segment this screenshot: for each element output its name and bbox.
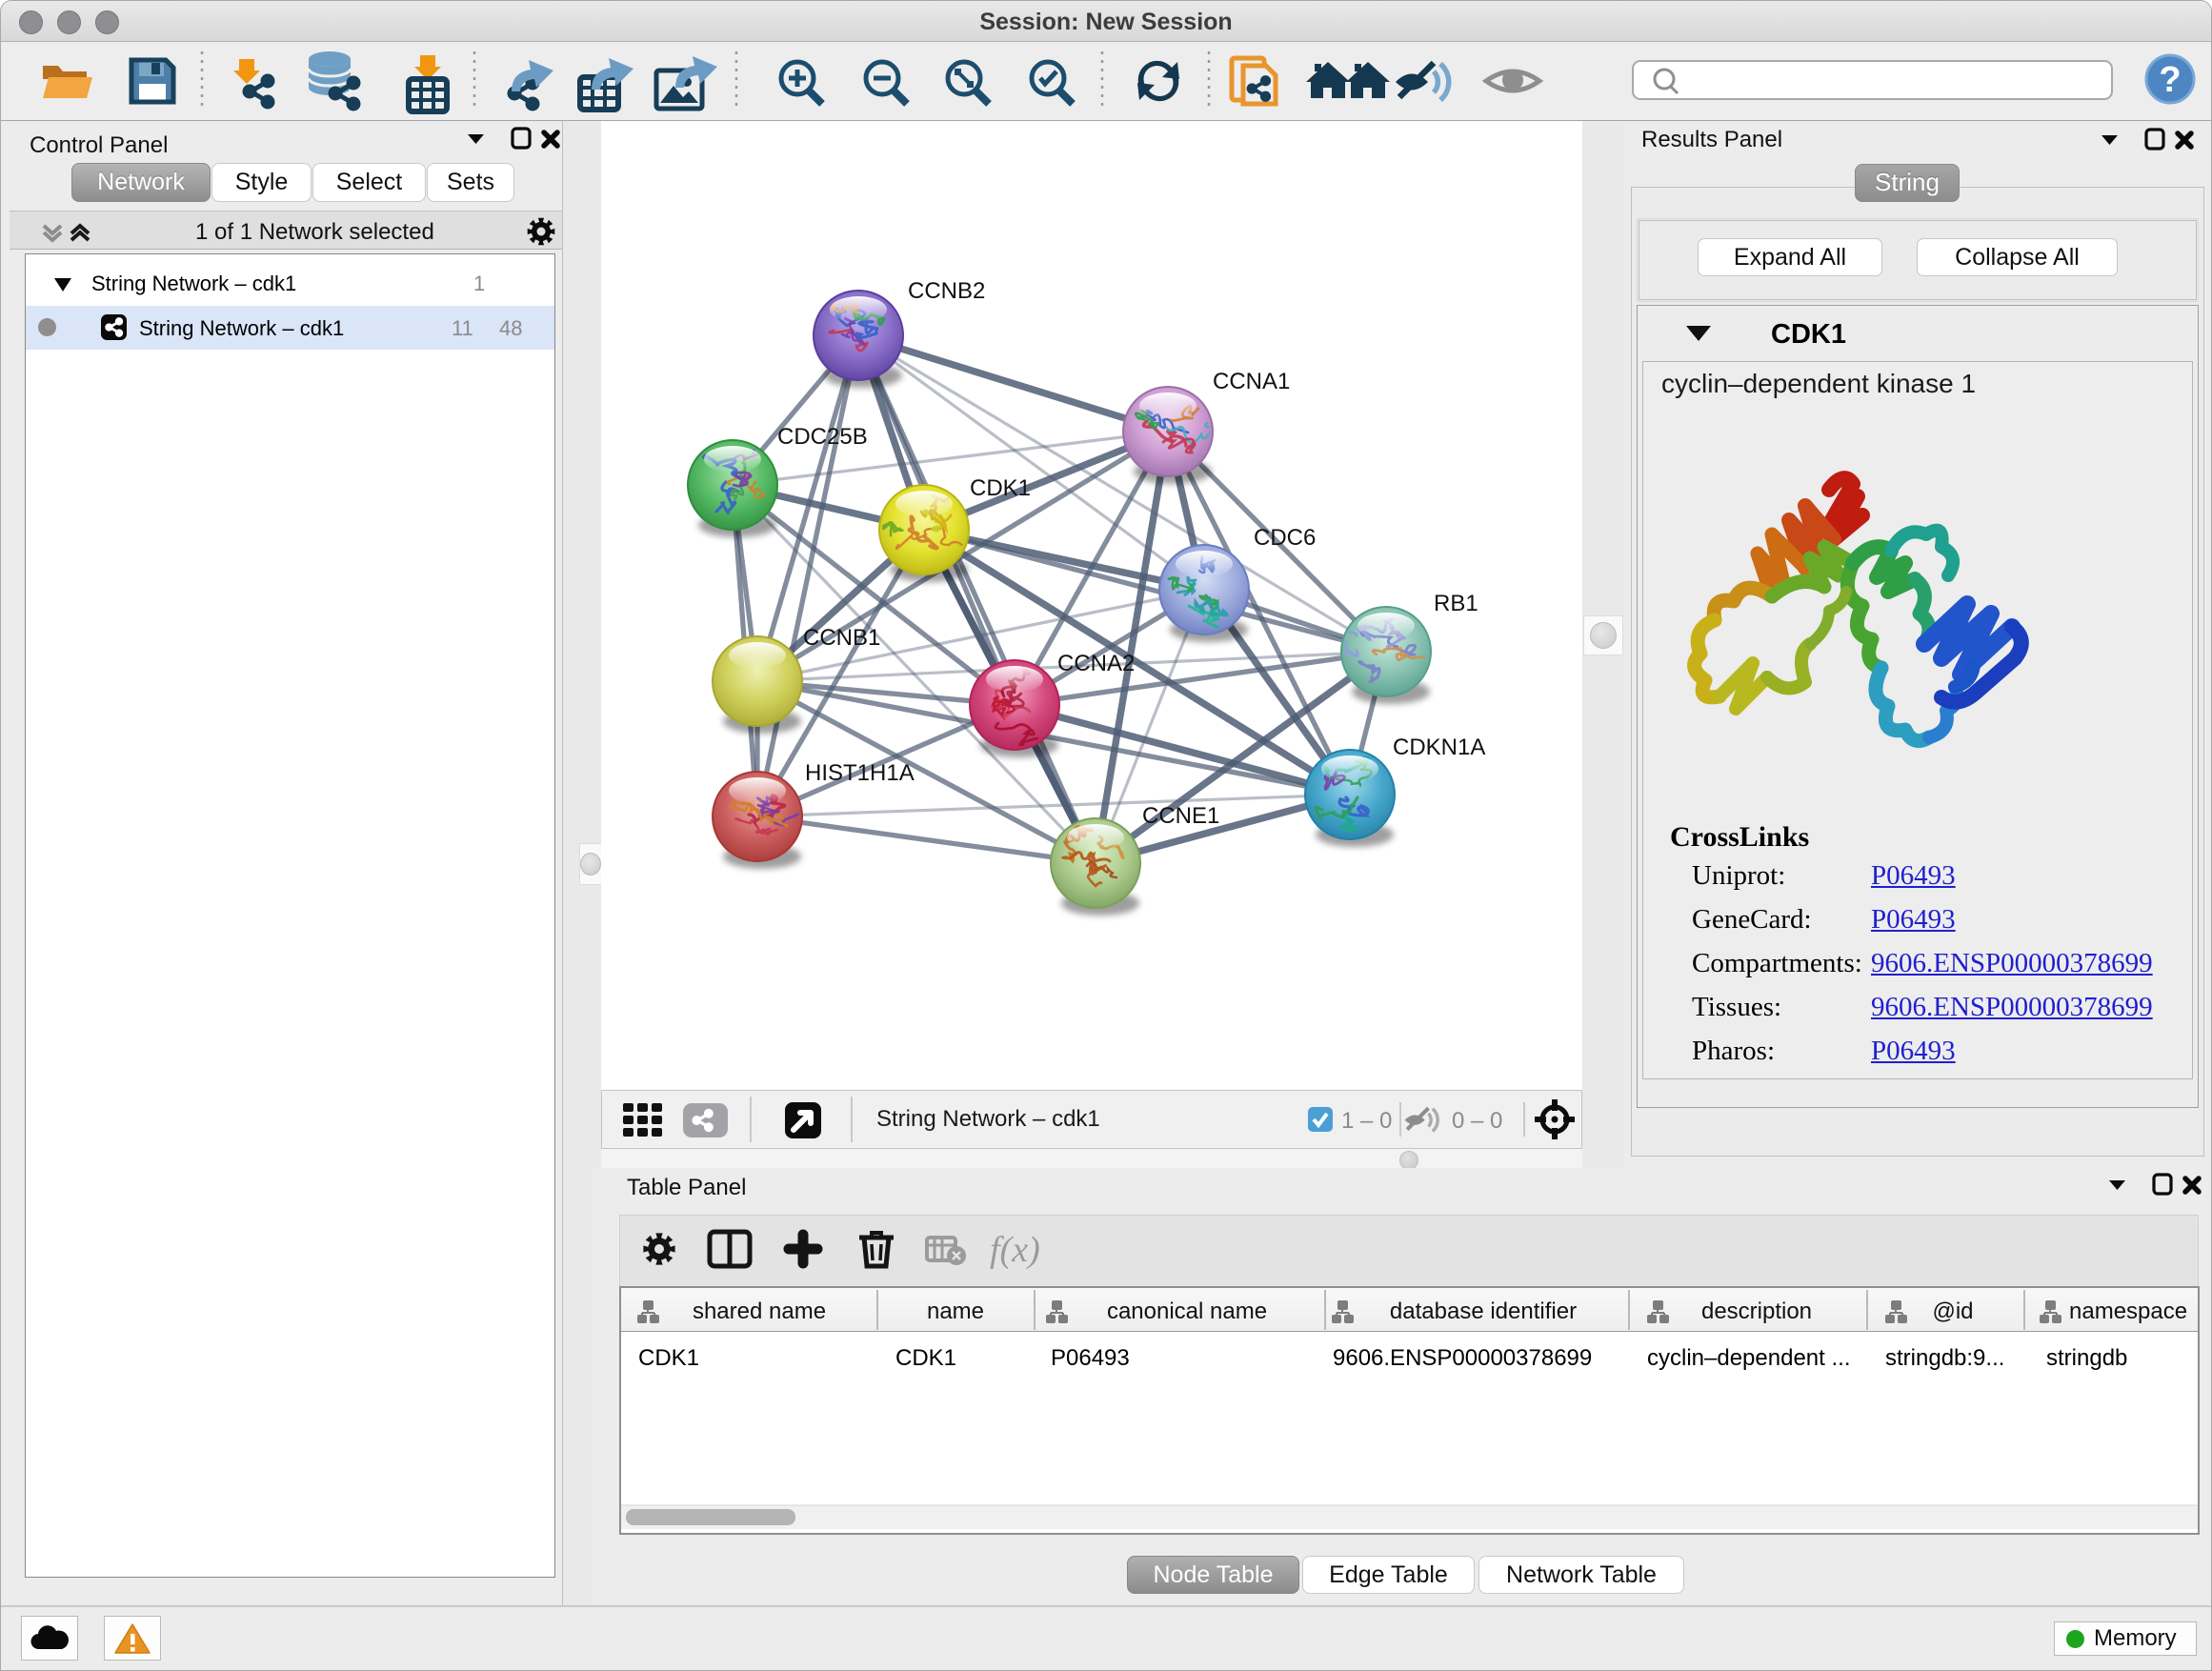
svg-text:CDC25B: CDC25B <box>777 424 868 450</box>
svg-text:namespace: namespace <box>2069 1299 2187 1324</box>
svg-text:description: description <box>1701 1299 1812 1324</box>
svg-text:CDK1: CDK1 <box>638 1345 699 1371</box>
svg-text:1 – 0: 1 – 0 <box>1341 1108 1392 1134</box>
svg-text:cyclin–dependent ...: cyclin–dependent ... <box>1647 1345 1850 1371</box>
svg-text:name: name <box>927 1299 984 1324</box>
svg-text:RB1: RB1 <box>1434 591 1478 616</box>
svg-text:stringdb: stringdb <box>2046 1345 2127 1371</box>
svg-text:CCNA2: CCNA2 <box>1057 651 1135 676</box>
svg-text:@id: @id <box>1932 1299 1973 1324</box>
svg-text:CDC6: CDC6 <box>1254 525 1316 551</box>
svg-text:CCNB2: CCNB2 <box>908 278 985 304</box>
svg-text:CDK1: CDK1 <box>895 1345 956 1371</box>
svg-text:CCNA1: CCNA1 <box>1213 369 1290 394</box>
svg-text:canonical name: canonical name <box>1107 1299 1267 1324</box>
svg-text:9606.ENSP00000378699: 9606.ENSP00000378699 <box>1333 1345 1592 1371</box>
svg-text:CDKN1A: CDKN1A <box>1393 735 1485 760</box>
svg-text:CCNE1: CCNE1 <box>1142 803 1219 829</box>
svg-text:0 – 0: 0 – 0 <box>1452 1108 1502 1134</box>
svg-text:stringdb:9...: stringdb:9... <box>1885 1345 2004 1371</box>
svg-text:shared name: shared name <box>693 1299 826 1324</box>
svg-text:CDK1: CDK1 <box>970 475 1031 501</box>
svg-text:database identifier: database identifier <box>1390 1299 1577 1324</box>
svg-text:?: ? <box>2159 60 2181 100</box>
svg-text:P06493: P06493 <box>1051 1345 1130 1371</box>
svg-text:CCNB1: CCNB1 <box>803 625 880 651</box>
svg-text:f(x): f(x) <box>990 1230 1040 1270</box>
svg-text:HIST1H1A: HIST1H1A <box>805 760 915 786</box>
